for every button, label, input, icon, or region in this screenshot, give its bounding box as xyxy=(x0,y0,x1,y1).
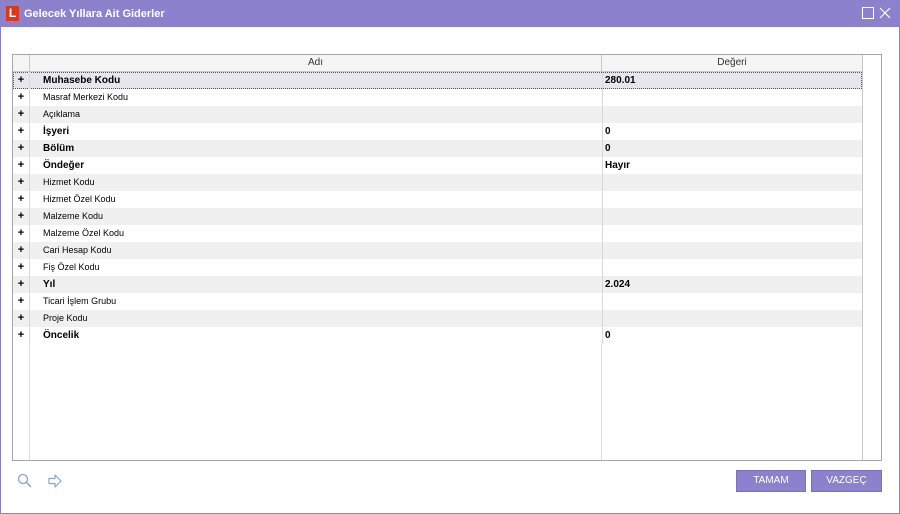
row-value[interactable] xyxy=(602,208,861,225)
table-row[interactable]: + Öndeğer Hayır xyxy=(13,157,862,174)
expand-toggle[interactable]: + xyxy=(13,293,30,310)
row-name: Ticari İşlem Grubu xyxy=(43,296,117,306)
expand-toggle[interactable]: + xyxy=(13,123,30,140)
row-name: Öncelik xyxy=(43,330,80,341)
search-icon[interactable] xyxy=(16,472,34,490)
table-row[interactable]: + Proje Kodu xyxy=(13,310,862,327)
expand-toggle[interactable]: + xyxy=(13,174,30,191)
table-row[interactable]: + Ticari İşlem Grubu xyxy=(13,293,862,310)
row-value[interactable] xyxy=(602,242,861,259)
expand-toggle[interactable]: + xyxy=(13,242,30,259)
table-row[interactable]: + Fiş Özel Kodu xyxy=(13,259,862,276)
cancel-button[interactable]: VAZGEÇ xyxy=(811,470,882,492)
row-value[interactable] xyxy=(602,191,861,208)
row-name: Öndeğer xyxy=(43,160,85,171)
row-value[interactable] xyxy=(602,89,861,106)
table-row[interactable]: + Öncelik 0 xyxy=(13,327,862,344)
row-value[interactable] xyxy=(602,293,861,310)
properties-grid: Adı Değeri + Muhasebe Kodu 280.01 + Masraf M… xyxy=(12,54,882,461)
column-header-value[interactable]: Değeri xyxy=(602,55,863,71)
expand-toggle[interactable]: + xyxy=(13,106,30,123)
table-row[interactable]: + Açıklama xyxy=(13,106,862,123)
header-indicator xyxy=(13,55,30,71)
row-value[interactable] xyxy=(602,259,861,276)
arrow-right-icon[interactable] xyxy=(46,472,64,490)
title-bar[interactable]: L Gelecek Yıllara Ait Giderler xyxy=(1,1,899,27)
expand-toggle[interactable]: + xyxy=(13,259,30,276)
expand-toggle[interactable]: + xyxy=(13,72,30,89)
maximize-icon[interactable] xyxy=(861,6,875,20)
table-row[interactable]: + İşyeri 0 xyxy=(13,123,862,140)
row-value[interactable]: 0 xyxy=(602,123,861,140)
grid-rows: + Muhasebe Kodu 280.01 + Masraf Merkezi Kodu… xyxy=(13,72,862,344)
table-row[interactable]: + Masraf Merkezi Kodu xyxy=(13,89,862,106)
table-row[interactable]: + Malzeme Kodu xyxy=(13,208,862,225)
scrollbar[interactable] xyxy=(862,55,881,460)
row-name: Malzeme Özel Kodu xyxy=(43,228,125,238)
row-name: İşyeri xyxy=(43,126,70,137)
expand-toggle[interactable]: + xyxy=(13,327,30,344)
table-row[interactable]: + Cari Hesap Kodu xyxy=(13,242,862,259)
row-name: Açıklama xyxy=(43,109,81,119)
row-name: Fiş Özel Kodu xyxy=(43,262,100,272)
expand-toggle[interactable]: + xyxy=(13,140,30,157)
row-name: Yıl xyxy=(43,279,56,290)
row-value[interactable]: 280.01 xyxy=(602,72,861,89)
table-row[interactable]: + Bölüm 0 xyxy=(13,140,862,157)
row-name: Hizmet Kodu xyxy=(43,177,95,187)
row-value[interactable]: Hayır xyxy=(602,157,861,174)
table-row[interactable]: + Muhasebe Kodu 280.01 xyxy=(13,72,862,89)
grid-header: Adı Değeri xyxy=(13,55,881,72)
row-value[interactable]: 2.024 xyxy=(602,276,861,293)
table-row[interactable]: + Hizmet Özel Kodu xyxy=(13,191,862,208)
row-name: Muhasebe Kodu xyxy=(43,75,121,86)
expand-toggle[interactable]: + xyxy=(13,225,30,242)
close-icon[interactable] xyxy=(878,6,892,20)
expand-toggle[interactable]: + xyxy=(13,89,30,106)
app-logo-icon: L xyxy=(6,6,19,21)
row-value[interactable]: 0 xyxy=(602,140,861,157)
row-name: Malzeme Kodu xyxy=(43,211,104,221)
table-row[interactable]: + Yıl 2.024 xyxy=(13,276,862,293)
expand-toggle[interactable]: + xyxy=(13,191,30,208)
row-name: Bölüm xyxy=(43,143,75,154)
expand-toggle[interactable]: + xyxy=(13,157,30,174)
table-row[interactable]: + Malzeme Özel Kodu xyxy=(13,225,862,242)
row-value[interactable] xyxy=(602,225,861,242)
window-title: Gelecek Yıllara Ait Giderler xyxy=(24,8,165,20)
expand-toggle[interactable]: + xyxy=(13,208,30,225)
column-header-name[interactable]: Adı xyxy=(30,55,602,71)
expand-toggle[interactable]: + xyxy=(13,276,30,293)
ok-button[interactable]: TAMAM xyxy=(736,470,806,492)
row-value[interactable] xyxy=(602,106,861,123)
table-row[interactable]: + Hizmet Kodu xyxy=(13,174,862,191)
dialog-window: L Gelecek Yıllara Ait Giderler Adı Değer… xyxy=(0,0,900,514)
expand-toggle[interactable]: + xyxy=(13,310,30,327)
row-value[interactable] xyxy=(602,310,861,327)
row-name: Masraf Merkezi Kodu xyxy=(43,92,129,102)
row-name: Hizmet Özel Kodu xyxy=(43,194,116,204)
row-value[interactable]: 0 xyxy=(602,327,861,344)
row-name: Proje Kodu xyxy=(43,313,88,323)
row-name: Cari Hesap Kodu xyxy=(43,245,112,255)
row-value[interactable] xyxy=(602,174,861,191)
